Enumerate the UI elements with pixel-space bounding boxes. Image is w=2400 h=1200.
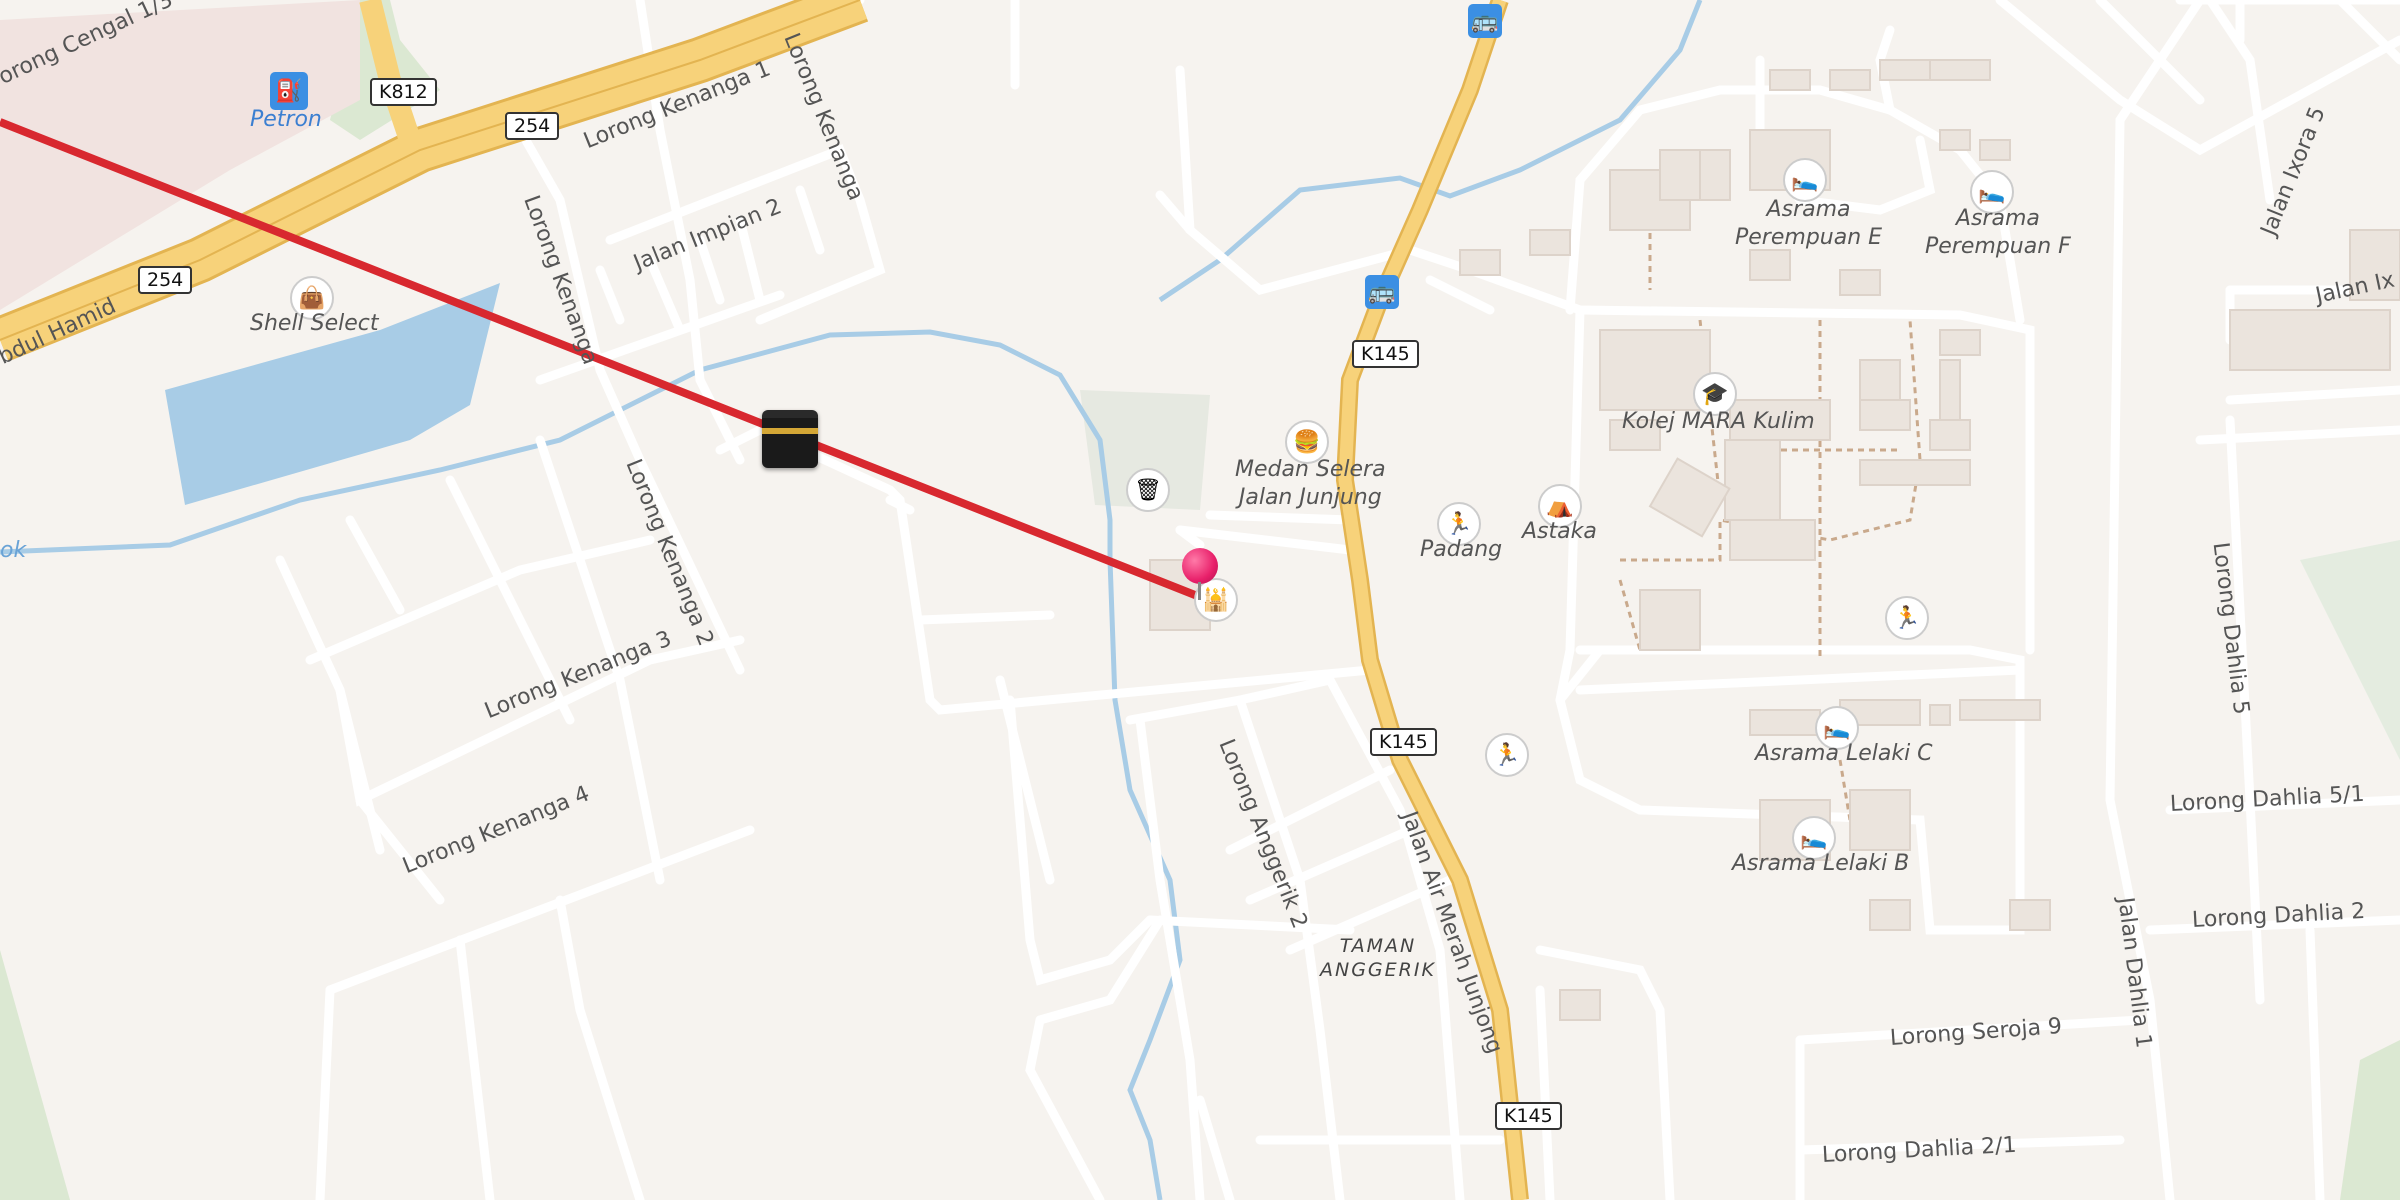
poi-label-kolej-mara-kulim[interactable]: Kolej MARA Kulim [1622,408,1815,436]
river-label: ok [0,538,27,563]
poi-label-medan-selera[interactable]: Medan Selera Jalan Junjung [1235,456,1386,512]
river [0,329,1183,1200]
poi-label-padang[interactable]: Padang [1420,536,1502,564]
road-shield: K145 [1352,340,1419,368]
poi-label-asrama-perempuan-f[interactable]: Asrama Perempuan F [1925,205,2071,261]
poi-label-astaka[interactable]: Astaka [1522,518,1597,546]
bus-stop-icon[interactable]: 🚌 [1468,4,1502,38]
park-area [2300,540,2400,760]
kaaba-band [762,428,818,434]
poi-label-asrama-lelaki-b[interactable]: Asrama Lelaki B [1732,850,1909,878]
poi-label-shell-select[interactable]: Shell Select [250,310,379,338]
map-view[interactable]: orong Cengal 1/3 Lorong Kenanga 1 Lorong… [0,0,2400,1200]
trash-icon[interactable]: 🗑 [1126,468,1170,512]
location-pin-stem [1198,582,1201,600]
road-shield: 254 [505,112,560,140]
area-label-taman-anggerik: TAMAN ANGGERIK [1320,935,1436,981]
poi-label-asrama-lelaki-c[interactable]: Asrama Lelaki C [1755,740,1933,768]
road-shield: 254 [138,266,193,294]
bus-stop-icon[interactable]: 🚌 [1365,275,1399,309]
sport-icon[interactable]: 🏃 [1485,733,1529,777]
road-shield: K145 [1370,728,1437,756]
fuel-icon[interactable]: ⛽ [270,72,308,110]
road-shield: K812 [370,78,437,106]
sport-icon[interactable]: 🏃 [1885,596,1929,640]
location-pin-icon[interactable] [1182,548,1218,584]
poi-label-petron[interactable]: Petron [250,106,322,134]
park-area [0,950,70,1200]
road-shield: K145 [1495,1102,1562,1130]
minor-roads [275,0,2400,1200]
poi-label-asrama-perempuan-e[interactable]: Asrama Perempuan E [1735,196,1882,252]
kaaba-icon[interactable] [762,410,818,468]
park-area [2340,1040,2400,1200]
